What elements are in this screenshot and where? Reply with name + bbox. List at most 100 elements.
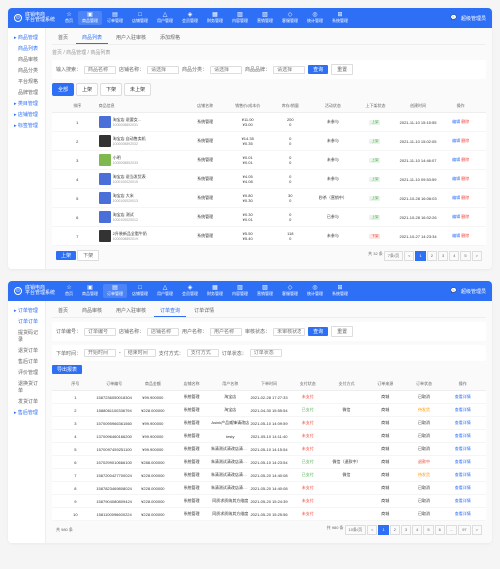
nav-item[interactable]: ▦财务管理 [203,284,227,298]
page-number[interactable]: 97 [458,525,470,535]
brand-select[interactable] [273,66,305,74]
page-number[interactable]: ... [446,525,457,535]
edit-link[interactable]: 编辑 [452,119,460,124]
page-number[interactable]: 2 [390,525,400,535]
delete-link[interactable]: 删除 [461,157,469,162]
time-end-input[interactable] [124,349,156,357]
tab[interactable]: 订单查询 [154,305,186,317]
sidebar-item[interactable]: 商品分类 [8,65,45,76]
sidebar-group[interactable]: ▸ 商品管理 [8,32,45,43]
nav-item[interactable]: □店铺管理 [128,11,152,25]
nav-item[interactable]: ▤订单管理 [103,11,127,25]
page-number[interactable]: 3 [401,525,411,535]
nav-item[interactable]: ▨内容管理 [228,11,252,25]
nav-item[interactable]: ◈会员管理 [178,284,202,298]
page-number[interactable]: 1 [415,251,425,261]
page-size[interactable]: 10条/页 [345,525,367,535]
view-link[interactable]: 查看详情 [455,446,471,451]
category-select[interactable] [210,66,242,74]
nav-item[interactable]: ⊞系统管理 [328,11,352,25]
nav-item[interactable]: ▧营销管理 [253,284,277,298]
time-start-input[interactable] [84,349,116,357]
view-link[interactable]: 查看详情 [455,498,471,503]
sidebar-group[interactable]: ▸ 售后管理 [8,407,45,418]
sidebar-item[interactable]: 售后订单 [8,356,45,367]
delete-link[interactable]: 删除 [461,176,469,181]
chat-icon[interactable]: 💬 [451,288,457,294]
view-link[interactable]: 查看详情 [455,420,471,425]
sidebar-item[interactable]: 评价管理 [8,367,45,378]
page-number[interactable]: 6 [435,525,445,535]
nav-item[interactable]: ☆首页 [61,11,77,25]
nav-item[interactable]: ◎统计管理 [303,11,327,25]
sidebar-item[interactable]: 退换货订单 [8,378,45,396]
page-number[interactable]: 4 [412,525,422,535]
search-button[interactable]: 查询 [308,65,328,74]
nav-item[interactable]: ◎统计管理 [303,284,327,298]
next-page[interactable]: > [472,251,482,261]
reset-button[interactable]: 重置 [331,326,353,337]
edit-link[interactable]: 编辑 [452,214,460,219]
batch-up-button[interactable]: 上架 [56,251,76,260]
prev-page[interactable]: < [404,251,414,261]
pay-select[interactable] [187,349,219,357]
prev-page[interactable]: < [367,525,377,535]
nav-item[interactable]: ◇客服管理 [278,284,302,298]
sidebar-group[interactable]: ▸ 类目管理 [8,98,45,109]
tab[interactable]: 订单详情 [188,305,220,317]
page-number[interactable]: 4 [449,251,459,261]
page-number[interactable]: 5 [460,251,470,261]
sidebar-group[interactable]: ▸ 订单管理 [8,305,45,316]
chat-icon[interactable]: 💬 [451,15,457,21]
next-page[interactable]: > [472,525,482,535]
view-link[interactable]: 查看详情 [455,433,471,438]
status-tab[interactable]: 未上架 [124,83,151,96]
sidebar-item[interactable]: 退货订单 [8,345,45,356]
delete-link[interactable]: 删除 [461,233,469,238]
edit-link[interactable]: 编辑 [452,195,460,200]
admin-label[interactable]: 超级管理员 [461,288,486,295]
edit-link[interactable]: 编辑 [452,176,460,181]
nav-item[interactable]: △用户管理 [153,11,177,25]
store-input[interactable] [147,328,179,336]
nav-item[interactable]: ☆首页 [61,284,77,298]
tab[interactable]: 首页 [52,32,74,44]
nav-item[interactable]: ◈会员管理 [178,11,202,25]
tab[interactable]: 商品审核 [76,305,108,317]
status-tab[interactable]: 全部 [52,83,74,96]
sidebar-item[interactable]: 平台规格 [8,76,45,87]
tab[interactable]: 添加规格 [154,32,186,44]
status-tab[interactable]: 上架 [76,83,98,96]
search-button[interactable]: 查询 [308,327,328,336]
sidebar-item[interactable]: 订单订单 [8,316,45,327]
tab[interactable]: 首页 [52,305,74,317]
page-number[interactable]: 5 [423,525,433,535]
export-button[interactable]: 导出报表 [52,365,82,374]
nav-item[interactable]: ▣商品管理 [78,11,102,25]
tab[interactable]: 用户入驻审核 [110,32,152,44]
sidebar-item[interactable]: 提货码记录 [8,327,45,345]
ostatus-select[interactable] [250,349,282,357]
page-number[interactable]: 3 [438,251,448,261]
nav-item[interactable]: ▣商品管理 [78,284,102,298]
product-name-input[interactable] [84,66,116,74]
delete-link[interactable]: 删除 [461,195,469,200]
admin-label[interactable]: 超级管理员 [461,15,486,22]
edit-link[interactable]: 编辑 [452,233,460,238]
view-link[interactable]: 查看详情 [455,511,471,516]
store-select[interactable] [147,66,179,74]
nav-item[interactable]: ◇客服管理 [278,11,302,25]
view-link[interactable]: 查看详情 [455,459,471,464]
tab[interactable]: 用户入驻审核 [110,305,152,317]
sidebar-item[interactable]: 品牌管理 [8,87,45,98]
order-input[interactable] [84,328,116,336]
delete-link[interactable]: 删除 [461,138,469,143]
nav-item[interactable]: ⊞系统管理 [328,284,352,298]
nav-item[interactable]: ▦财务管理 [203,11,227,25]
nav-item[interactable]: □店铺管理 [128,284,152,298]
delete-link[interactable]: 删除 [461,119,469,124]
nav-item[interactable]: ▧营销管理 [253,11,277,25]
sidebar-item[interactable]: 发货订单 [8,396,45,407]
sidebar-item[interactable]: 商品列表 [8,43,45,54]
page-size[interactable]: 7条/页 [384,251,403,261]
